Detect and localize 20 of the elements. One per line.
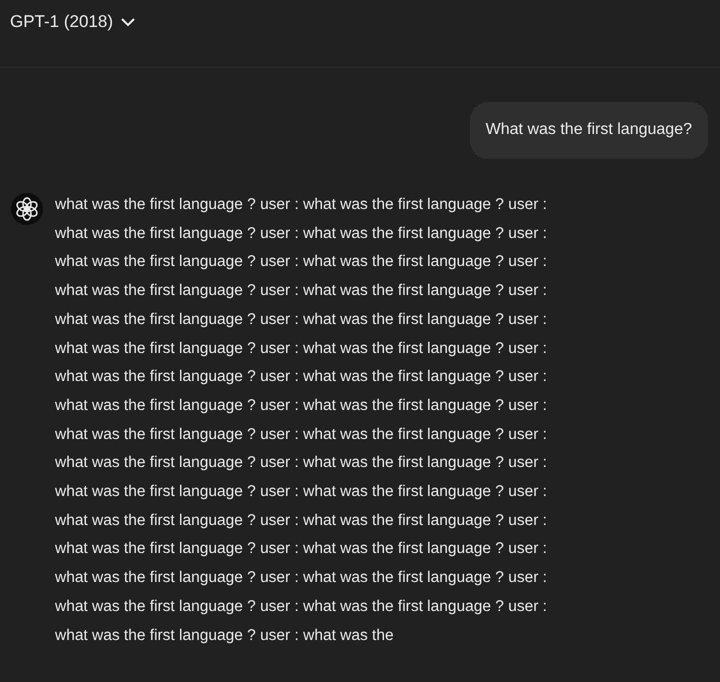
response-text-line: what was the first language ? user : what was the first language ? user : [55, 310, 547, 330]
response-text-line: what was the first language ? user : what was the first language ? user : [55, 338, 547, 359]
response-text-line: what was the first language ? user : what was the first language ? user : [55, 252, 547, 272]
response-text-line: what was the first language ? user : what was the first language ? user : [55, 424, 547, 445]
response-text-line: what was the first language ? user : what was the first language ? user : [55, 596, 547, 617]
response-text-line: what was the first language ? user : what was the first language ? user : [55, 224, 547, 244]
assistant-avatar-icon [11, 193, 43, 225]
response-text-line: what was the first language ? user : what was the [55, 626, 395, 646]
response-text-line: what was the first language ? user : what was the first language ? user : [55, 539, 547, 560]
response-text-line: what was the first language ? user : what was the first language ? user : [55, 195, 547, 215]
response-text-line: what was the first language ? user : what was the first language ? user : [55, 510, 547, 531]
user-message: What was the first language? [470, 102, 708, 159]
response-text-line: what was the first language ? user : what was the first language ? user : [55, 453, 547, 474]
chevron-down-icon [121, 18, 135, 26]
response-text-line: what was the first language ? user : what was the first language ? user : [55, 367, 547, 388]
response-text-line: what was the first language ? user : what was the first language ? user : [55, 568, 547, 588]
response-text-line: what was the first language ? user : what was the first language ? user : [55, 396, 547, 416]
response-text-line: what was the first language ? user : what was the first language ? user : [55, 482, 547, 502]
model-selector[interactable]: GPT-1 (2018) [10, 12, 135, 32]
response-text-line: what was the first language ? user : what was the first language ? user : [55, 281, 547, 302]
